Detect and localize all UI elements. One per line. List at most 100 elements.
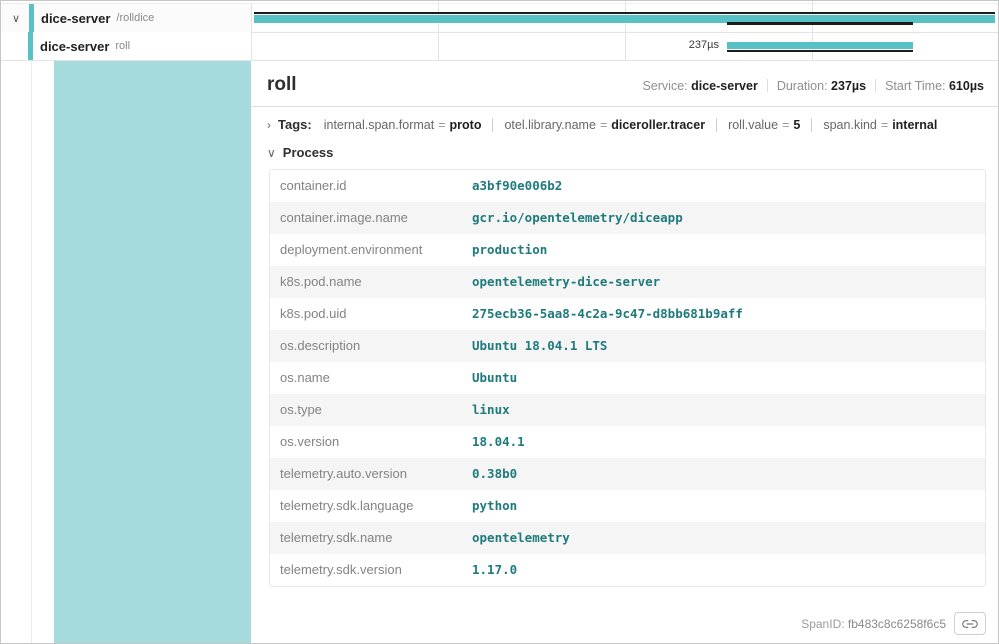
process-value: Ubuntu 18.04.1 LTS xyxy=(462,330,985,362)
detail-footer: SpanID: fb483c8c6258f6c5 xyxy=(801,612,986,635)
process-key: k8s.pod.uid xyxy=(270,298,462,330)
process-key: deployment.environment xyxy=(270,234,462,266)
process-key: telemetry.sdk.name xyxy=(270,522,462,554)
table-row: k8s.pod.nameopentelemetry-dice-server xyxy=(270,266,985,298)
process-value: python xyxy=(462,490,985,522)
chevron-down-icon: ∨ xyxy=(267,146,276,160)
tree-indent-guide xyxy=(31,61,32,643)
process-value: 18.04.1 xyxy=(462,426,985,458)
span-row-rolldice[interactable]: ∨ dice-server /rolldice xyxy=(1,3,998,33)
table-row: os.descriptionUbuntu 18.04.1 LTS xyxy=(270,330,985,362)
table-row: os.nameUbuntu xyxy=(270,362,985,394)
process-value: 0.38b0 xyxy=(462,458,985,490)
span-color-strip xyxy=(28,32,33,60)
process-key: os.name xyxy=(270,362,462,394)
process-label: Process xyxy=(283,145,334,160)
span-bar-rolldice[interactable] xyxy=(254,15,995,23)
table-row: telemetry.sdk.version1.17.0 xyxy=(270,554,985,586)
span-bar-lane xyxy=(251,4,998,32)
process-value: 275ecb36-5aa8-4c2a-9c47-d8bb681b9aff xyxy=(462,298,985,330)
process-value: a3bf90e006b2 xyxy=(462,170,985,202)
table-row: k8s.pod.uid275ecb36-5aa8-4c2a-9c47-d8bb6… xyxy=(270,298,985,330)
span-name-cell[interactable]: dice-server roll xyxy=(1,32,252,60)
span-duration-label: 237µs xyxy=(639,39,719,51)
equals-sign: = xyxy=(438,118,445,132)
process-section-header[interactable]: ∨ Process xyxy=(267,145,984,160)
span-row-roll[interactable]: dice-server roll 237µs xyxy=(1,32,998,61)
tags-section-header[interactable]: › Tags: internal.span.format = proto ote… xyxy=(267,117,984,132)
tag-separator xyxy=(811,118,812,132)
process-value: 1.17.0 xyxy=(462,554,985,586)
tag-item: otel.library.name = diceroller.tracer xyxy=(504,118,705,132)
table-row: os.version18.04.1 xyxy=(270,426,985,458)
tag-key: otel.library.name xyxy=(504,118,595,132)
process-value: gcr.io/opentelemetry/diceapp xyxy=(462,202,985,234)
span-id-label: SpanID: xyxy=(801,617,844,631)
deep-link-button[interactable] xyxy=(954,612,986,635)
chevron-right-icon: › xyxy=(267,118,271,132)
process-value: linux xyxy=(462,394,985,426)
table-row: telemetry.sdk.languagepython xyxy=(270,490,985,522)
tag-key: roll.value xyxy=(728,118,778,132)
process-key: telemetry.sdk.language xyxy=(270,490,462,522)
span-overlay-line xyxy=(727,50,913,52)
tag-separator xyxy=(492,118,493,132)
jaeger-trace-detail-view: ∨ dice-server /rolldice dice-server roll… xyxy=(0,0,999,644)
duration-value: 237µs xyxy=(831,79,866,93)
child-span-overlay xyxy=(727,22,913,25)
process-key: telemetry.sdk.version xyxy=(270,554,462,586)
span-bar-lane: 237µs xyxy=(251,32,998,60)
span-meta: Service: dice-serverDuration: 237µsStart… xyxy=(642,79,984,93)
meta-separator xyxy=(875,79,876,92)
tags-label: Tags: xyxy=(278,117,312,132)
span-id-value: fb483c8c6258f6c5 xyxy=(848,617,946,631)
process-key: k8s.pod.name xyxy=(270,266,462,298)
equals-sign: = xyxy=(782,118,789,132)
start-time-label: Start Time: xyxy=(885,79,945,93)
table-row: telemetry.auto.version0.38b0 xyxy=(270,458,985,490)
tag-key: internal.span.format xyxy=(324,118,434,132)
tag-value: 5 xyxy=(793,118,800,132)
table-row: container.ida3bf90e006b2 xyxy=(270,170,985,202)
process-key: os.version xyxy=(270,426,462,458)
process-key: telemetry.auto.version xyxy=(270,458,462,490)
table-row: telemetry.sdk.nameopentelemetry xyxy=(270,522,985,554)
table-row: container.image.namegcr.io/opentelemetry… xyxy=(270,202,985,234)
duration-label: Duration: xyxy=(777,79,828,93)
detail-header: roll Service: dice-serverDuration: 237µs… xyxy=(267,74,984,96)
process-value: Ubuntu xyxy=(462,362,985,394)
tag-separator xyxy=(716,118,717,132)
selected-span-color-block[interactable] xyxy=(54,61,251,643)
header-divider xyxy=(251,106,998,107)
service-name: dice-server xyxy=(40,39,109,54)
span-detail-panel: roll Service: dice-serverDuration: 237µs… xyxy=(251,61,998,643)
tag-item: span.kind = internal xyxy=(823,118,937,132)
span-name-cell[interactable]: ∨ dice-server /rolldice xyxy=(1,4,252,32)
process-key: container.id xyxy=(270,170,462,202)
service-value: dice-server xyxy=(691,79,758,93)
table-row: os.typelinux xyxy=(270,394,985,426)
process-value: opentelemetry xyxy=(462,522,985,554)
start-time-value: 610µs xyxy=(949,79,984,93)
tag-item: roll.value = 5 xyxy=(728,118,800,132)
tag-value: proto xyxy=(450,118,482,132)
span-title: roll xyxy=(267,74,297,96)
collapse-chevron-icon[interactable]: ∨ xyxy=(10,12,22,25)
operation-name: /rolldice xyxy=(116,12,154,24)
span-overlay-line xyxy=(254,12,995,14)
process-key: container.image.name xyxy=(270,202,462,234)
tag-item: internal.span.format = proto xyxy=(324,118,482,132)
meta-separator xyxy=(767,79,768,92)
span-bar-roll[interactable] xyxy=(727,42,913,49)
tag-key: span.kind xyxy=(823,118,877,132)
process-key: os.type xyxy=(270,394,462,426)
tag-value: diceroller.tracer xyxy=(611,118,705,132)
process-key: os.description xyxy=(270,330,462,362)
process-value: opentelemetry-dice-server xyxy=(462,266,985,298)
service-name: dice-server xyxy=(41,11,110,26)
equals-sign: = xyxy=(881,118,888,132)
span-color-strip xyxy=(29,4,34,32)
operation-name: roll xyxy=(115,40,130,52)
process-key-value-table: container.ida3bf90e006b2 container.image… xyxy=(269,169,986,587)
process-value: production xyxy=(462,234,985,266)
